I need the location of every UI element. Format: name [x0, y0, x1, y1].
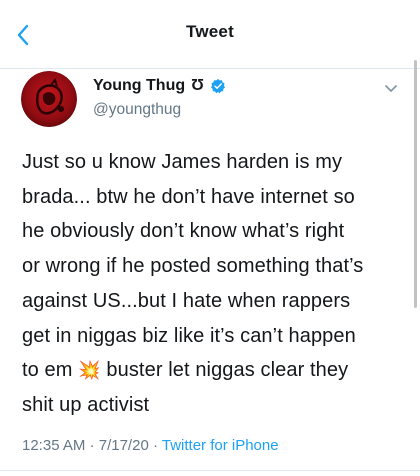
divider [0, 470, 420, 471]
tweet-detail-screen: Tweet Young Thug Ʊ @youngthug Just so u … [0, 0, 420, 476]
tweet-time: 12:35 AM [22, 437, 86, 454]
avatar[interactable] [21, 71, 77, 127]
tweet-line: or wrong if he posted something that’s [22, 255, 364, 278]
tweet-line-segment: to em [22, 359, 73, 382]
tweet-line: shit up activist [22, 393, 150, 416]
avatar-image [21, 71, 77, 127]
tweet-metadata: 12:35 AM · 7/17/20 · Twitter for iPhone [22, 437, 279, 454]
collision-emoji-icon: 💥 [78, 360, 101, 381]
author-display-name: Young Thug [93, 77, 186, 94]
scrollbar[interactable] [414, 60, 417, 308]
chevron-down-icon[interactable] [384, 84, 398, 94]
navigation-bar: Tweet [0, 0, 420, 69]
author-handle[interactable]: @youngthug [93, 101, 181, 119]
tweet-text: Just so u know James harden is my brada.… [22, 145, 402, 423]
meta-separator: · [89, 437, 95, 454]
tweet-line: Just so u know James harden is my [22, 151, 343, 173]
tweet-line: brada... btw he don’t have internet so [22, 185, 355, 208]
tweet-line: get in niggas biz like it’s can’t happen [22, 324, 356, 347]
tweet-source-link[interactable]: Twitter for iPhone [162, 437, 279, 454]
author-name[interactable]: Young Thug Ʊ [93, 77, 226, 95]
tweet-line-segment: buster let niggas clear they [106, 359, 349, 382]
tweet-line: to em 💥 buster let niggas clear they [22, 353, 402, 388]
tweet-line: against US...but I hate when rappers [22, 289, 351, 312]
verified-badge-icon [210, 79, 225, 94]
page-title: Tweet [186, 22, 234, 41]
meta-separator: · [152, 437, 158, 454]
author-name-glyph: Ʊ [191, 77, 204, 94]
tweet-date: 7/17/20 [98, 437, 149, 454]
tweet-line: he obviously don’t know what’s right [22, 220, 345, 243]
